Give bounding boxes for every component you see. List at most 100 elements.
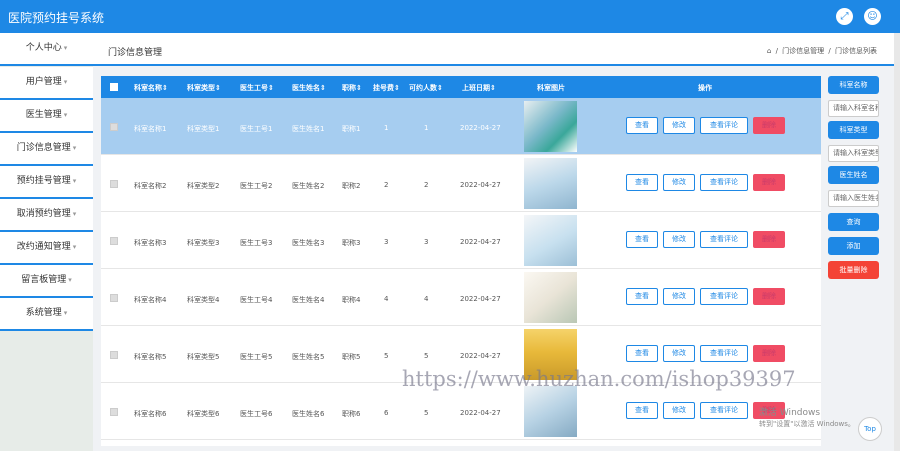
row-checkbox[interactable] xyxy=(110,123,118,131)
search-button[interactable]: 查询 xyxy=(828,213,879,231)
column-header[interactable]: 可约人数⇕ xyxy=(409,83,443,93)
column-header[interactable]: 科室类型⇕ xyxy=(187,83,221,93)
dept-type-input[interactable]: 请输入科室类型 xyxy=(828,145,879,162)
sidebar-item-appointments[interactable]: 预约挂号管理 ▾ xyxy=(0,166,93,199)
view-button[interactable]: 查看 xyxy=(626,231,658,248)
sidebar-item-reschedule[interactable]: 改约通知管理 ▾ xyxy=(0,232,93,265)
home-icon[interactable]: ⌂ xyxy=(767,47,771,55)
table-cell-fee: 4 xyxy=(384,295,389,303)
table-cell-type: 科室类型2 xyxy=(187,182,220,190)
batch-delete-button[interactable]: 批量删除 xyxy=(828,261,879,279)
view-reviews-button[interactable]: 查看评论 xyxy=(700,174,748,191)
expand-icon[interactable]: ⤢ xyxy=(836,8,853,25)
breadcrumb: 门诊信息管理 ⌂ / 门诊信息管理 / 门诊信息列表 xyxy=(93,33,900,66)
row-checkbox[interactable] xyxy=(110,294,118,302)
chevron-down-icon: ▾ xyxy=(72,144,77,152)
table-header: 科室名称⇕ 科室类型⇕ 医生工号⇕ 医生姓名⇕ 职称⇕ 挂号费⇕ 可约人数⇕ 上… xyxy=(101,76,821,98)
row-checkbox[interactable] xyxy=(110,180,118,188)
dept-image[interactable] xyxy=(524,158,577,209)
edit-button[interactable]: 修改 xyxy=(663,231,695,248)
sidebar-item-label: 个人中心 xyxy=(25,43,62,53)
chevron-down-icon: ▾ xyxy=(63,309,68,317)
column-header[interactable]: 科室名称⇕ xyxy=(134,83,168,93)
app-title: 医院预约挂号系统 xyxy=(8,11,105,25)
sidebar-item-system[interactable]: 系统管理 ▾ xyxy=(0,298,93,331)
sidebar-item-cancellations[interactable]: 取消预约管理 ▾ xyxy=(0,199,93,232)
table-row[interactable]: 科室名称4 科室类型4 医生工号4 医生姓名4 职称4 4 4 2022-04-27 查看 修改查… xyxy=(101,269,821,326)
delete-button[interactable]: 删除 xyxy=(753,231,785,248)
table-row[interactable]: 科室名称2 科室类型2 医生工号2 医生姓名2 职称2 2 2 2022-04-27 查看 修改查… xyxy=(101,155,821,212)
sidebar-item-label: 取消预约管理 xyxy=(16,209,71,219)
view-button[interactable]: 查看 xyxy=(626,117,658,134)
delete-button[interactable]: 删除 xyxy=(753,117,785,134)
column-header[interactable]: 职称⇕ xyxy=(342,83,362,93)
chevron-down-icon: ▾ xyxy=(72,177,77,185)
dept-image[interactable] xyxy=(524,215,577,266)
dept-name-input[interactable]: 请输入科室名称 xyxy=(828,100,879,117)
user-icon[interactable]: ☺ xyxy=(864,8,881,25)
scrollbar[interactable] xyxy=(894,33,900,451)
sidebar-item-messages[interactable]: 留言板管理 ▾ xyxy=(0,265,93,298)
dept-image[interactable] xyxy=(524,272,577,323)
table-cell-date: 2022-04-27 xyxy=(460,295,501,303)
delete-button[interactable]: 删除 xyxy=(753,174,785,191)
doctor-name-label: 医生姓名 xyxy=(828,166,879,184)
row-checkbox[interactable] xyxy=(110,237,118,245)
table-cell-dept: 科室名称6 xyxy=(134,410,167,418)
breadcrumb-item[interactable]: 门诊信息管理 xyxy=(782,47,824,55)
table-cell-title: 职称4 xyxy=(342,296,361,304)
windows-activation-hint: 转到"设置"以激活 Windows。 xyxy=(759,420,855,428)
table-cell-title: 职称6 xyxy=(342,410,361,418)
view-reviews-button[interactable]: 查看评论 xyxy=(700,288,748,305)
sidebar-item-doctors[interactable]: 医生管理 ▾ xyxy=(0,100,93,133)
column-header[interactable]: 上班日期⇕ xyxy=(462,83,496,93)
row-checkbox[interactable] xyxy=(110,408,118,416)
table-cell-quota: 5 xyxy=(424,352,429,360)
table-cell-title: 职称3 xyxy=(342,239,361,247)
column-header[interactable]: 挂号费⇕ xyxy=(373,83,400,93)
chevron-down-icon: ▾ xyxy=(72,210,77,218)
column-header[interactable]: 医生工号⇕ xyxy=(240,83,274,93)
view-button[interactable]: 查看 xyxy=(626,402,658,419)
edit-button[interactable]: 修改 xyxy=(663,402,695,419)
delete-button[interactable]: 删除 xyxy=(753,345,785,362)
view-button[interactable]: 查看 xyxy=(626,345,658,362)
dept-image[interactable] xyxy=(524,101,577,152)
table-cell-doc_id: 医生工号1 xyxy=(240,125,273,133)
dept-image[interactable] xyxy=(524,386,577,437)
back-to-top-button[interactable]: Top xyxy=(858,417,882,441)
watermark: https://www.huzhan.com/ishop39397 xyxy=(402,367,796,391)
table-cell-doc_id: 医生工号2 xyxy=(240,182,273,190)
sidebar-item-label: 改约通知管理 xyxy=(16,242,71,252)
sidebar-item-users[interactable]: 用户管理 ▾ xyxy=(0,67,93,100)
table-row[interactable]: 科室名称1 科室类型1 医生工号1 医生姓名1 职称1 1 1 2022-04-27 查看 修改查… xyxy=(101,98,821,155)
table-cell-quota: 3 xyxy=(424,238,429,246)
add-button[interactable]: 添加 xyxy=(828,237,879,255)
table-cell-doc_id: 医生工号4 xyxy=(240,296,273,304)
view-reviews-button[interactable]: 查看评论 xyxy=(700,345,748,362)
edit-button[interactable]: 修改 xyxy=(663,288,695,305)
table-row[interactable]: 科室名称6 科室类型6 医生工号6 医生姓名6 职称6 6 5 2022-04-27 查看 修改查… xyxy=(101,383,821,440)
dept-name-label: 科室名称 xyxy=(828,76,879,94)
delete-button[interactable]: 删除 xyxy=(753,288,785,305)
column-header[interactable]: 医生姓名⇕ xyxy=(292,83,326,93)
edit-button[interactable]: 修改 xyxy=(663,117,695,134)
sidebar-item-label: 预约挂号管理 xyxy=(16,176,71,186)
table-row[interactable]: 科室名称3 科室类型3 医生工号3 医生姓名3 职称3 3 3 2022-04-27 查看 修改查… xyxy=(101,212,821,269)
doctor-name-input[interactable]: 请输入医生姓名 xyxy=(828,190,879,207)
table-cell-date: 2022-04-27 xyxy=(460,352,501,360)
view-reviews-button[interactable]: 查看评论 xyxy=(700,117,748,134)
view-button[interactable]: 查看 xyxy=(626,288,658,305)
edit-button[interactable]: 修改 xyxy=(663,174,695,191)
breadcrumb-path: ⌂ / 门诊信息管理 / 门诊信息列表 xyxy=(766,46,878,56)
view-reviews-button[interactable]: 查看评论 xyxy=(700,402,748,419)
edit-button[interactable]: 修改 xyxy=(663,345,695,362)
row-checkbox[interactable] xyxy=(110,351,118,359)
select-all-checkbox[interactable] xyxy=(110,83,118,91)
breadcrumb-item: 门诊信息列表 xyxy=(835,47,877,55)
view-reviews-button[interactable]: 查看评论 xyxy=(700,231,748,248)
view-button[interactable]: 查看 xyxy=(626,174,658,191)
sidebar: 个人中心 ▾ 用户管理 ▾ 医生管理 ▾ 门诊信息管理 ▾ 预约挂号管理 ▾ 取消预约管理… xyxy=(0,33,93,451)
sidebar-item-clinics[interactable]: 门诊信息管理 ▾ xyxy=(0,133,93,166)
sidebar-item-profile[interactable]: 个人中心 ▾ xyxy=(0,33,93,66)
